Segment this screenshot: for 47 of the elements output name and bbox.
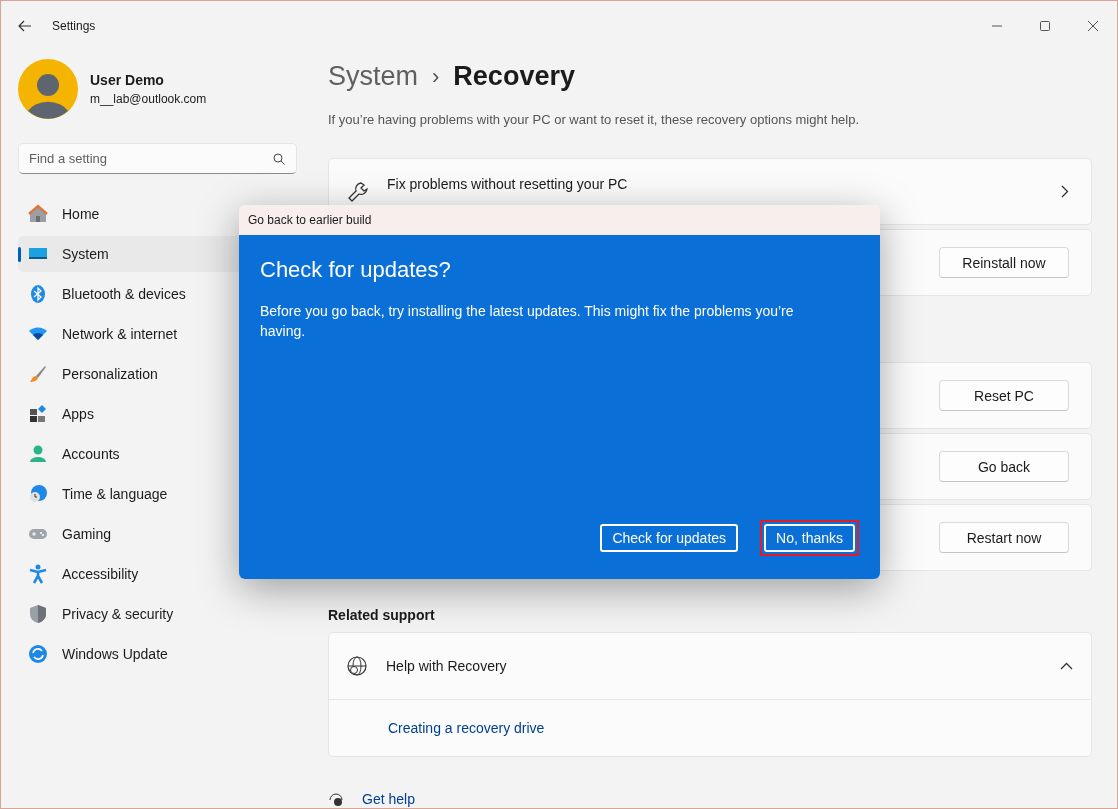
- sidebar-item[interactable]: Apps: [18, 396, 297, 432]
- chevron-icon: [1060, 662, 1073, 670]
- back-arrow-icon[interactable]: [18, 20, 32, 32]
- help-link[interactable]: Creating a recovery drive: [388, 720, 545, 736]
- get-help-link[interactable]: Get help: [362, 791, 415, 807]
- window-title: Settings: [52, 19, 97, 33]
- maximize-icon[interactable]: [1040, 21, 1050, 31]
- dialog-button[interactable]: Check for updates: [600, 524, 739, 552]
- sidebar-item-icon: [28, 484, 48, 504]
- sidebar-item-icon: [28, 644, 48, 664]
- search-field[interactable]: Find a setting: [18, 143, 297, 174]
- sidebar-item-icon: [28, 564, 48, 584]
- close-icon[interactable]: [1088, 21, 1098, 31]
- sidebar-item-icon: [28, 444, 48, 464]
- page-description: If you’re having problems with your PC or want to reset it, these recovery options might help.: [328, 112, 861, 127]
- sidebar-item-icon: [28, 604, 48, 624]
- sidebar-item[interactable]: Accessibility: [18, 556, 297, 592]
- wrench-icon: [347, 180, 369, 203]
- card-title: Fix problems without resetting your PC: [387, 175, 629, 192]
- sidebar-item[interactable]: Gaming: [18, 516, 297, 552]
- action-button[interactable]: Reinstall now: [939, 247, 1069, 278]
- sidebar-item-icon: [28, 364, 48, 384]
- chevron-right-icon: [1061, 185, 1069, 198]
- page-title: Recovery: [453, 61, 575, 92]
- search-icon: [273, 153, 285, 165]
- dialog-title: Go back to earlier build: [239, 205, 880, 235]
- sidebar-item[interactable]: Privacy & security: [18, 596, 297, 632]
- user-email: m__lab@outlook.com: [90, 92, 207, 106]
- sidebar-item[interactable]: Personalization: [18, 356, 297, 392]
- sidebar-item-icon: [28, 204, 48, 224]
- breadcrumb-separator: ›: [432, 63, 440, 90]
- globe-icon: [346, 655, 368, 677]
- action-button[interactable]: Restart now: [939, 522, 1069, 553]
- action-button[interactable]: Go back: [939, 451, 1069, 482]
- sidebar-item[interactable]: Windows Update: [18, 636, 297, 672]
- action-button[interactable]: Reset PC: [939, 380, 1069, 411]
- help-card-header[interactable]: Help with Recovery: [329, 633, 1091, 700]
- sidebar-item-icon: [28, 404, 48, 424]
- user-name: User Demo: [90, 72, 165, 88]
- avatar: [18, 59, 78, 119]
- breadcrumb-parent[interactable]: System: [328, 61, 419, 92]
- sidebar-item-icon: [28, 284, 48, 304]
- sidebar-item[interactable]: Time & language: [18, 476, 297, 512]
- dialog-button[interactable]: No, thanks: [764, 524, 855, 552]
- section-heading: Related support: [328, 607, 436, 623]
- dialog-message: Before you go back, try installing the latest updates. This might fix the problems you’re having.: [260, 302, 795, 341]
- sidebar-item[interactable]: Accounts: [18, 436, 297, 472]
